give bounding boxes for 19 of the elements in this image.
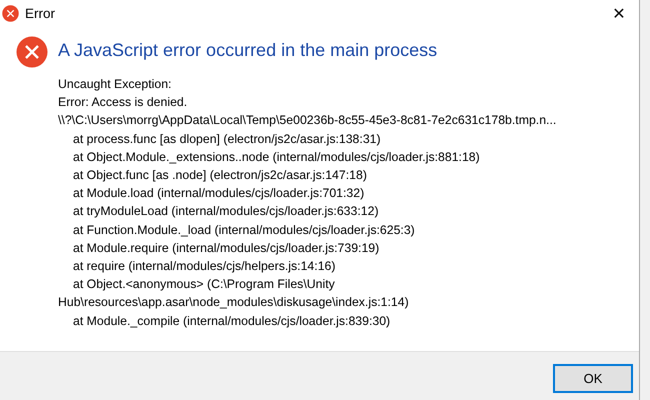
message-line: Error: Access is denied. [58, 94, 188, 112]
window-title: Error [25, 6, 56, 20]
stack-frame-line: at Object.Module._extensions..node (internal/modules/cjs/loader.js:881:18) [72, 148, 481, 166]
error-heading: A JavaScript error occurred in the main process [58, 40, 438, 61]
stack-frame-line: at Function.Module._load (internal/modules/cjs/loader.js:625:3) [72, 222, 416, 239]
stack-frame-line: at Module._compile (internal/modules/cjs/loader.js:839:30) [72, 312, 392, 330]
message-line: Uncaught Exception: [58, 76, 172, 93]
stack-frame-line: at process.func [as dlopen] (electron/js2c/asar.js:138:31) [72, 130, 382, 148]
message-line: Hub\resources\app.asar\node_modules\diskusage\index.js:1:14) [58, 294, 410, 312]
error-icon [16, 36, 48, 68]
stack-frame-line: at tryModuleLoad (internal/modules/cjs/loader.js:633:12) [72, 203, 380, 220]
stack-frame-line: at Module.require (internal/modules/cjs/loader.js:739:19) [72, 240, 380, 257]
close-button[interactable]: ✕ [601, 0, 637, 26]
ok-button[interactable]: OK [553, 364, 633, 392]
message-line: \\?\C:\Users\morrg\AppData\Local\Temp\5e00236b-8c55-45e3-8c81-7e2c631c178b.tmp.n... [58, 112, 556, 130]
stack-frame-line: at Module.load (internal/modules/cjs/loader.js:701:32) [72, 185, 366, 202]
stack-frame-line: at Object.func [as .node] (electron/js2c/asar.js:147:18) [72, 167, 368, 184]
stack-frame-line: at Object.<anonymous> (C:\Program Files\Unity [72, 276, 336, 294]
stack-frame-line: at require (internal/modules/cjs/helpers.js:14:16) [72, 258, 336, 276]
